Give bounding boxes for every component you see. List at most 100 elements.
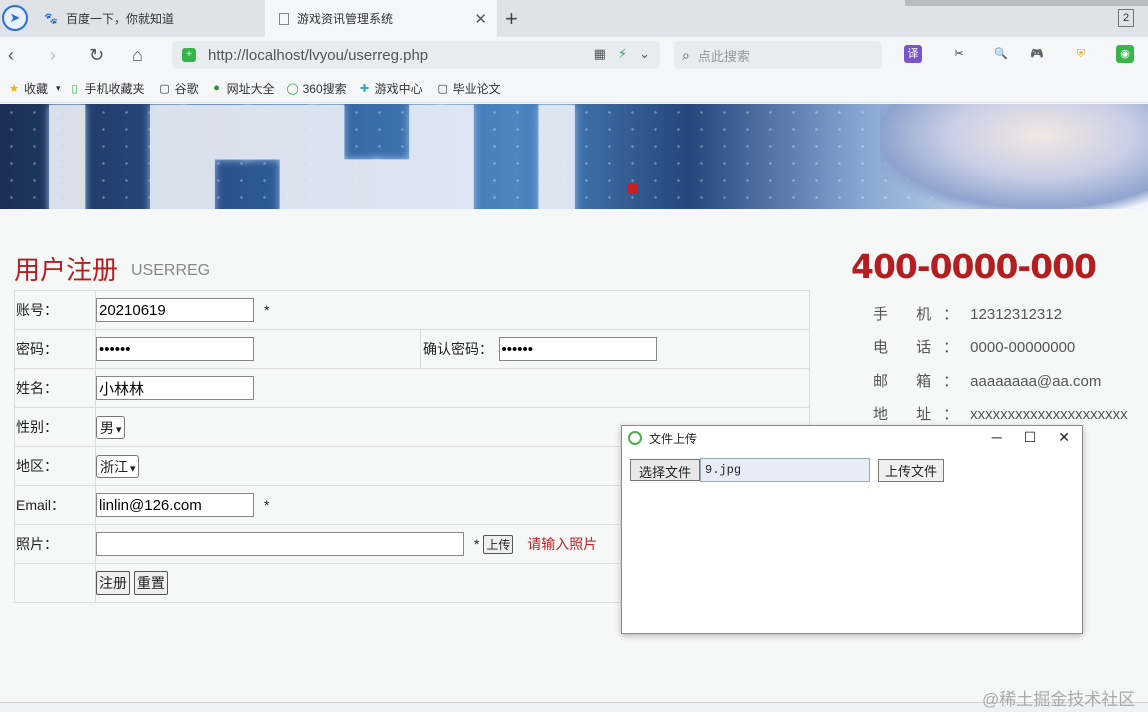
confirm-password-label: 确认密码： bbox=[420, 329, 499, 369]
shield-icon[interactable]: ⛨ bbox=[1072, 45, 1090, 63]
puzzle-icon: ✚ bbox=[360, 82, 370, 95]
bookmark-sites[interactable]: ● 网址大全 bbox=[211, 80, 274, 97]
photo-error-message: 请输入照片 bbox=[527, 535, 598, 552]
new-tab-icon[interactable]: + bbox=[505, 6, 518, 32]
region-select[interactable]: 浙江 ▾ bbox=[96, 454, 139, 478]
password-cell bbox=[95, 329, 421, 369]
contact-mobile: 手 机：12312312312 bbox=[873, 306, 1062, 323]
file-chooser-row: 选择文件 9.jpg 上传文件 bbox=[630, 458, 945, 482]
watermark-text: @稀土掘金技术社区 bbox=[982, 690, 1136, 709]
required-mark: * bbox=[264, 301, 270, 318]
phone-icon: ▯ bbox=[71, 82, 78, 95]
tab-bar: ➤ 🐾 百度一下，你就知道 游戏资讯管理系统 ✕ + 2 bbox=[0, 0, 1148, 37]
bookmark-favorites[interactable]: ★ 收藏 ▾ bbox=[8, 80, 61, 97]
reset-button[interactable]: 重置 bbox=[133, 571, 168, 595]
chevron-down-icon: ▾ bbox=[130, 462, 136, 475]
dialog-title: 文件上传 bbox=[649, 431, 698, 446]
banner-red-mark bbox=[627, 184, 637, 194]
choose-file-button[interactable]: 选择文件 bbox=[630, 459, 701, 481]
bookmark-game-center[interactable]: ✚ 游戏中心 bbox=[359, 80, 423, 97]
account-cell: * bbox=[95, 290, 810, 330]
form-row-name: 姓名： bbox=[14, 368, 810, 408]
banner-character-art bbox=[880, 104, 1148, 209]
page-icon bbox=[279, 12, 289, 25]
tab-strip-decoration bbox=[905, 0, 1148, 6]
ring-icon: ◯ bbox=[286, 82, 299, 95]
close-icon[interactable]: ✕ bbox=[1058, 429, 1070, 446]
form-row-password: 密码： 确认密码： bbox=[14, 329, 810, 369]
gamepad-icon[interactable]: 🎮 bbox=[1028, 45, 1046, 63]
account-input[interactable] bbox=[96, 298, 254, 322]
gender-select[interactable]: 男 ▾ bbox=[96, 415, 125, 439]
photo-label: 照片： bbox=[14, 524, 96, 564]
search-placeholder: 点此搜索 bbox=[697, 48, 750, 64]
ie-browser-icon bbox=[628, 431, 642, 445]
bookmark-bar: ★ 收藏 ▾ ▯ 手机收藏夹 ▢ 谷歌 ● 网址大全 ◯ 360搜索 ✚ 游戏中心 ▢ 毕业论文 bbox=[0, 74, 1148, 103]
account-label: 账号： bbox=[14, 290, 96, 330]
maximize-icon[interactable]: ☐ bbox=[1024, 429, 1037, 446]
name-label: 姓名： bbox=[14, 368, 96, 408]
scissors-icon[interactable]: ✂ bbox=[950, 45, 968, 63]
contact-address: 地 址：xxxxxxxxxxxxxxxxxxxxx bbox=[873, 406, 1128, 423]
close-tab-icon[interactable]: ✕ bbox=[474, 10, 487, 28]
actions-label-cell bbox=[14, 563, 96, 603]
upload-file-button[interactable]: 上传文件 bbox=[878, 458, 945, 482]
confirm-password-input[interactable] bbox=[498, 337, 657, 361]
site-banner: ▌▐▛▜▙▟▌▐ bbox=[0, 104, 1148, 209]
back-icon[interactable]: ‹ bbox=[8, 45, 14, 66]
chevron-down-icon[interactable]: ⌄ bbox=[639, 46, 650, 62]
refresh-icon[interactable]: ↻ bbox=[89, 45, 104, 66]
translate-icon[interactable]: 译 bbox=[904, 45, 922, 63]
address-bar[interactable]: + http://localhost/lvyou/userreg.php ▦ ⚡… bbox=[172, 41, 660, 69]
upload-button[interactable]: 上传 bbox=[483, 534, 514, 554]
bookmark-thesis[interactable]: ▢ 毕业论文 bbox=[437, 80, 500, 97]
required-mark: * bbox=[264, 496, 270, 513]
tab-baidu[interactable]: 🐾 百度一下，你就知道 bbox=[34, 0, 264, 37]
gender-label: 性别： bbox=[14, 407, 96, 447]
bookmark-360-search[interactable]: ◯ 360搜索 bbox=[286, 80, 346, 97]
extension-icon[interactable]: ◉ bbox=[1116, 45, 1134, 63]
region-label: 地区： bbox=[14, 446, 96, 486]
home-icon[interactable]: ⌂ bbox=[132, 45, 143, 66]
browser-logo-icon[interactable]: ➤ bbox=[2, 5, 28, 31]
qr-code-icon[interactable]: ▦ bbox=[594, 46, 606, 62]
bookmark-mobile[interactable]: ▯ 手机收藏夹 bbox=[69, 80, 145, 97]
banner-logo-artwork: ▌▐▛▜▙▟▌▐ bbox=[50, 106, 574, 209]
tab-game-info[interactable]: 游戏资讯管理系统 ✕ bbox=[265, 0, 497, 37]
forward-icon[interactable]: › bbox=[50, 45, 56, 66]
magnifier-icon[interactable]: 🔍 bbox=[992, 45, 1010, 63]
password-label: 密码： bbox=[14, 329, 96, 369]
name-input[interactable] bbox=[96, 376, 254, 400]
register-button[interactable]: 注册 bbox=[96, 571, 130, 595]
url-text[interactable]: http://localhost/lvyou/userreg.php bbox=[208, 47, 428, 64]
chevron-down-icon: ▾ bbox=[116, 423, 122, 436]
form-row-account: 账号： * bbox=[14, 290, 810, 330]
confirm-password-cell bbox=[498, 329, 810, 369]
bookmark-google[interactable]: ▢ 谷歌 bbox=[159, 80, 198, 97]
contact-email: 邮 箱：aaaaaaaa@aa.com bbox=[873, 373, 1102, 390]
photo-input[interactable] bbox=[96, 532, 464, 556]
chevron-down-icon[interactable]: ▾ bbox=[56, 83, 61, 94]
status-bar bbox=[0, 702, 1148, 712]
tab-count-badge[interactable]: 2 bbox=[1118, 9, 1134, 27]
email-label: Email： bbox=[14, 485, 96, 525]
minimize-icon[interactable]: ─ bbox=[992, 429, 1002, 446]
tab-title: 百度一下，你就知道 bbox=[66, 12, 175, 26]
globe-icon: ● bbox=[213, 82, 220, 94]
navigation-bar: ‹ › ↻ ⌂ + http://localhost/lvyou/userreg… bbox=[0, 37, 1148, 74]
file-upload-dialog: 文件上传 ─ ☐ ✕ 选择文件 9.jpg 上传文件 bbox=[621, 425, 1083, 634]
star-icon: ★ bbox=[9, 82, 19, 95]
page-icon: ▢ bbox=[437, 82, 448, 95]
required-mark: * bbox=[474, 535, 480, 552]
email-input[interactable] bbox=[96, 493, 254, 517]
page-icon: ▢ bbox=[159, 82, 170, 95]
password-input[interactable] bbox=[96, 337, 254, 361]
lightning-icon[interactable]: ⚡ bbox=[618, 46, 627, 62]
security-shield-icon: + bbox=[182, 48, 196, 62]
name-cell bbox=[95, 368, 810, 408]
search-box[interactable]: ⌕ 点此搜索 bbox=[674, 41, 882, 69]
tab-title: 游戏资讯管理系统 bbox=[297, 12, 394, 26]
selected-file-name: 9.jpg bbox=[700, 458, 871, 482]
dialog-titlebar[interactable]: 文件上传 ─ ☐ ✕ bbox=[622, 426, 1082, 450]
search-icon: ⌕ bbox=[682, 46, 690, 63]
